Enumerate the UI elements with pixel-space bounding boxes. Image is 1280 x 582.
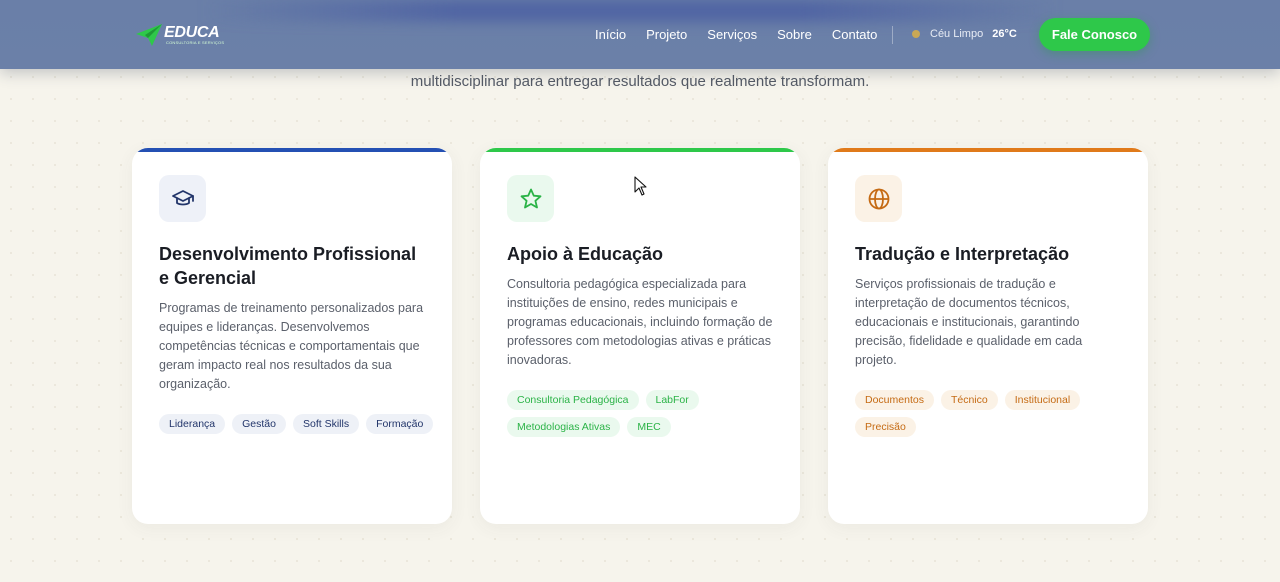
service-card-development[interactable]: Desenvolvimento Profissional e Gerencial… [132, 148, 452, 524]
section-subtitle: multidisciplinar para entregar resultado… [410, 73, 870, 90]
educa-logo[interactable]: EDUCA CONSULTORIA E SERVIÇOS [136, 22, 224, 48]
card-title: Tradução e Interpretação [855, 244, 1070, 264]
paper-plane-icon [136, 24, 162, 46]
tag: Precisão [855, 417, 916, 437]
weather-temp: 26°C [992, 28, 1017, 40]
tag: MEC [627, 417, 671, 437]
card-accent-bar [480, 148, 800, 152]
blurred-backdrop [200, 0, 1060, 22]
card-tags: Consultoria Pedagógica LabFor Metodologi… [507, 390, 787, 437]
tag: Documentos [855, 390, 934, 410]
tag: Consultoria Pedagógica [507, 390, 639, 410]
service-card-translation[interactable]: Tradução e Interpretação Serviços profis… [828, 148, 1148, 524]
tag: Soft Skills [292, 414, 360, 434]
mouse-cursor-icon [634, 176, 647, 196]
nav-divider [892, 26, 893, 44]
tag: Metodologias Ativas [507, 417, 621, 437]
card-accent-bar [132, 148, 452, 152]
card-title: Desenvolvimento Profissional e Gerencial [159, 244, 417, 288]
weather-sun-icon [912, 30, 920, 38]
nav-projeto[interactable]: Projeto [646, 27, 687, 42]
contact-button[interactable]: Fale Conosco [1039, 18, 1150, 51]
tag: Liderança [159, 414, 226, 434]
weather-condition: Céu Limpo [930, 28, 984, 40]
weather-widget: Céu Limpo 26°C [912, 28, 1017, 40]
card-tags: Liderança Gestão Soft Skills Formação [159, 414, 439, 434]
card-description: Programas de treinamento personalizados … [159, 301, 424, 391]
tag: Institucional [1004, 390, 1081, 410]
tag: LabFor [645, 390, 699, 410]
graduation-cap-icon [159, 175, 206, 222]
card-accent-bar [828, 148, 1148, 152]
tag: Gestão [232, 414, 286, 434]
nav-sobre[interactable]: Sobre [777, 27, 812, 42]
card-tags: Documentos Técnico Institucional Precisã… [855, 390, 1135, 437]
nav-contato[interactable]: Contato [832, 27, 878, 42]
nav-servicos[interactable]: Serviços [707, 27, 757, 42]
service-card-education[interactable]: Apoio à Educação Consultoria pedagógica … [480, 148, 800, 524]
star-icon [507, 175, 554, 222]
card-description: Serviços profissionais de tradução e int… [855, 277, 1083, 367]
tag: Técnico [940, 390, 998, 410]
card-description: Consultoria pedagógica especializada par… [507, 277, 773, 367]
logo-subtitle: CONSULTORIA E SERVIÇOS [166, 40, 225, 45]
top-navbar: EDUCA CONSULTORIA E SERVIÇOS Início Proj… [0, 0, 1280, 69]
main-nav: Início Projeto Serviços Sobre Contato [595, 27, 897, 42]
card-title: Apoio à Educação [507, 244, 664, 264]
globe-icon [855, 175, 902, 222]
tag: Formação [366, 414, 434, 434]
nav-inicio[interactable]: Início [595, 27, 626, 42]
